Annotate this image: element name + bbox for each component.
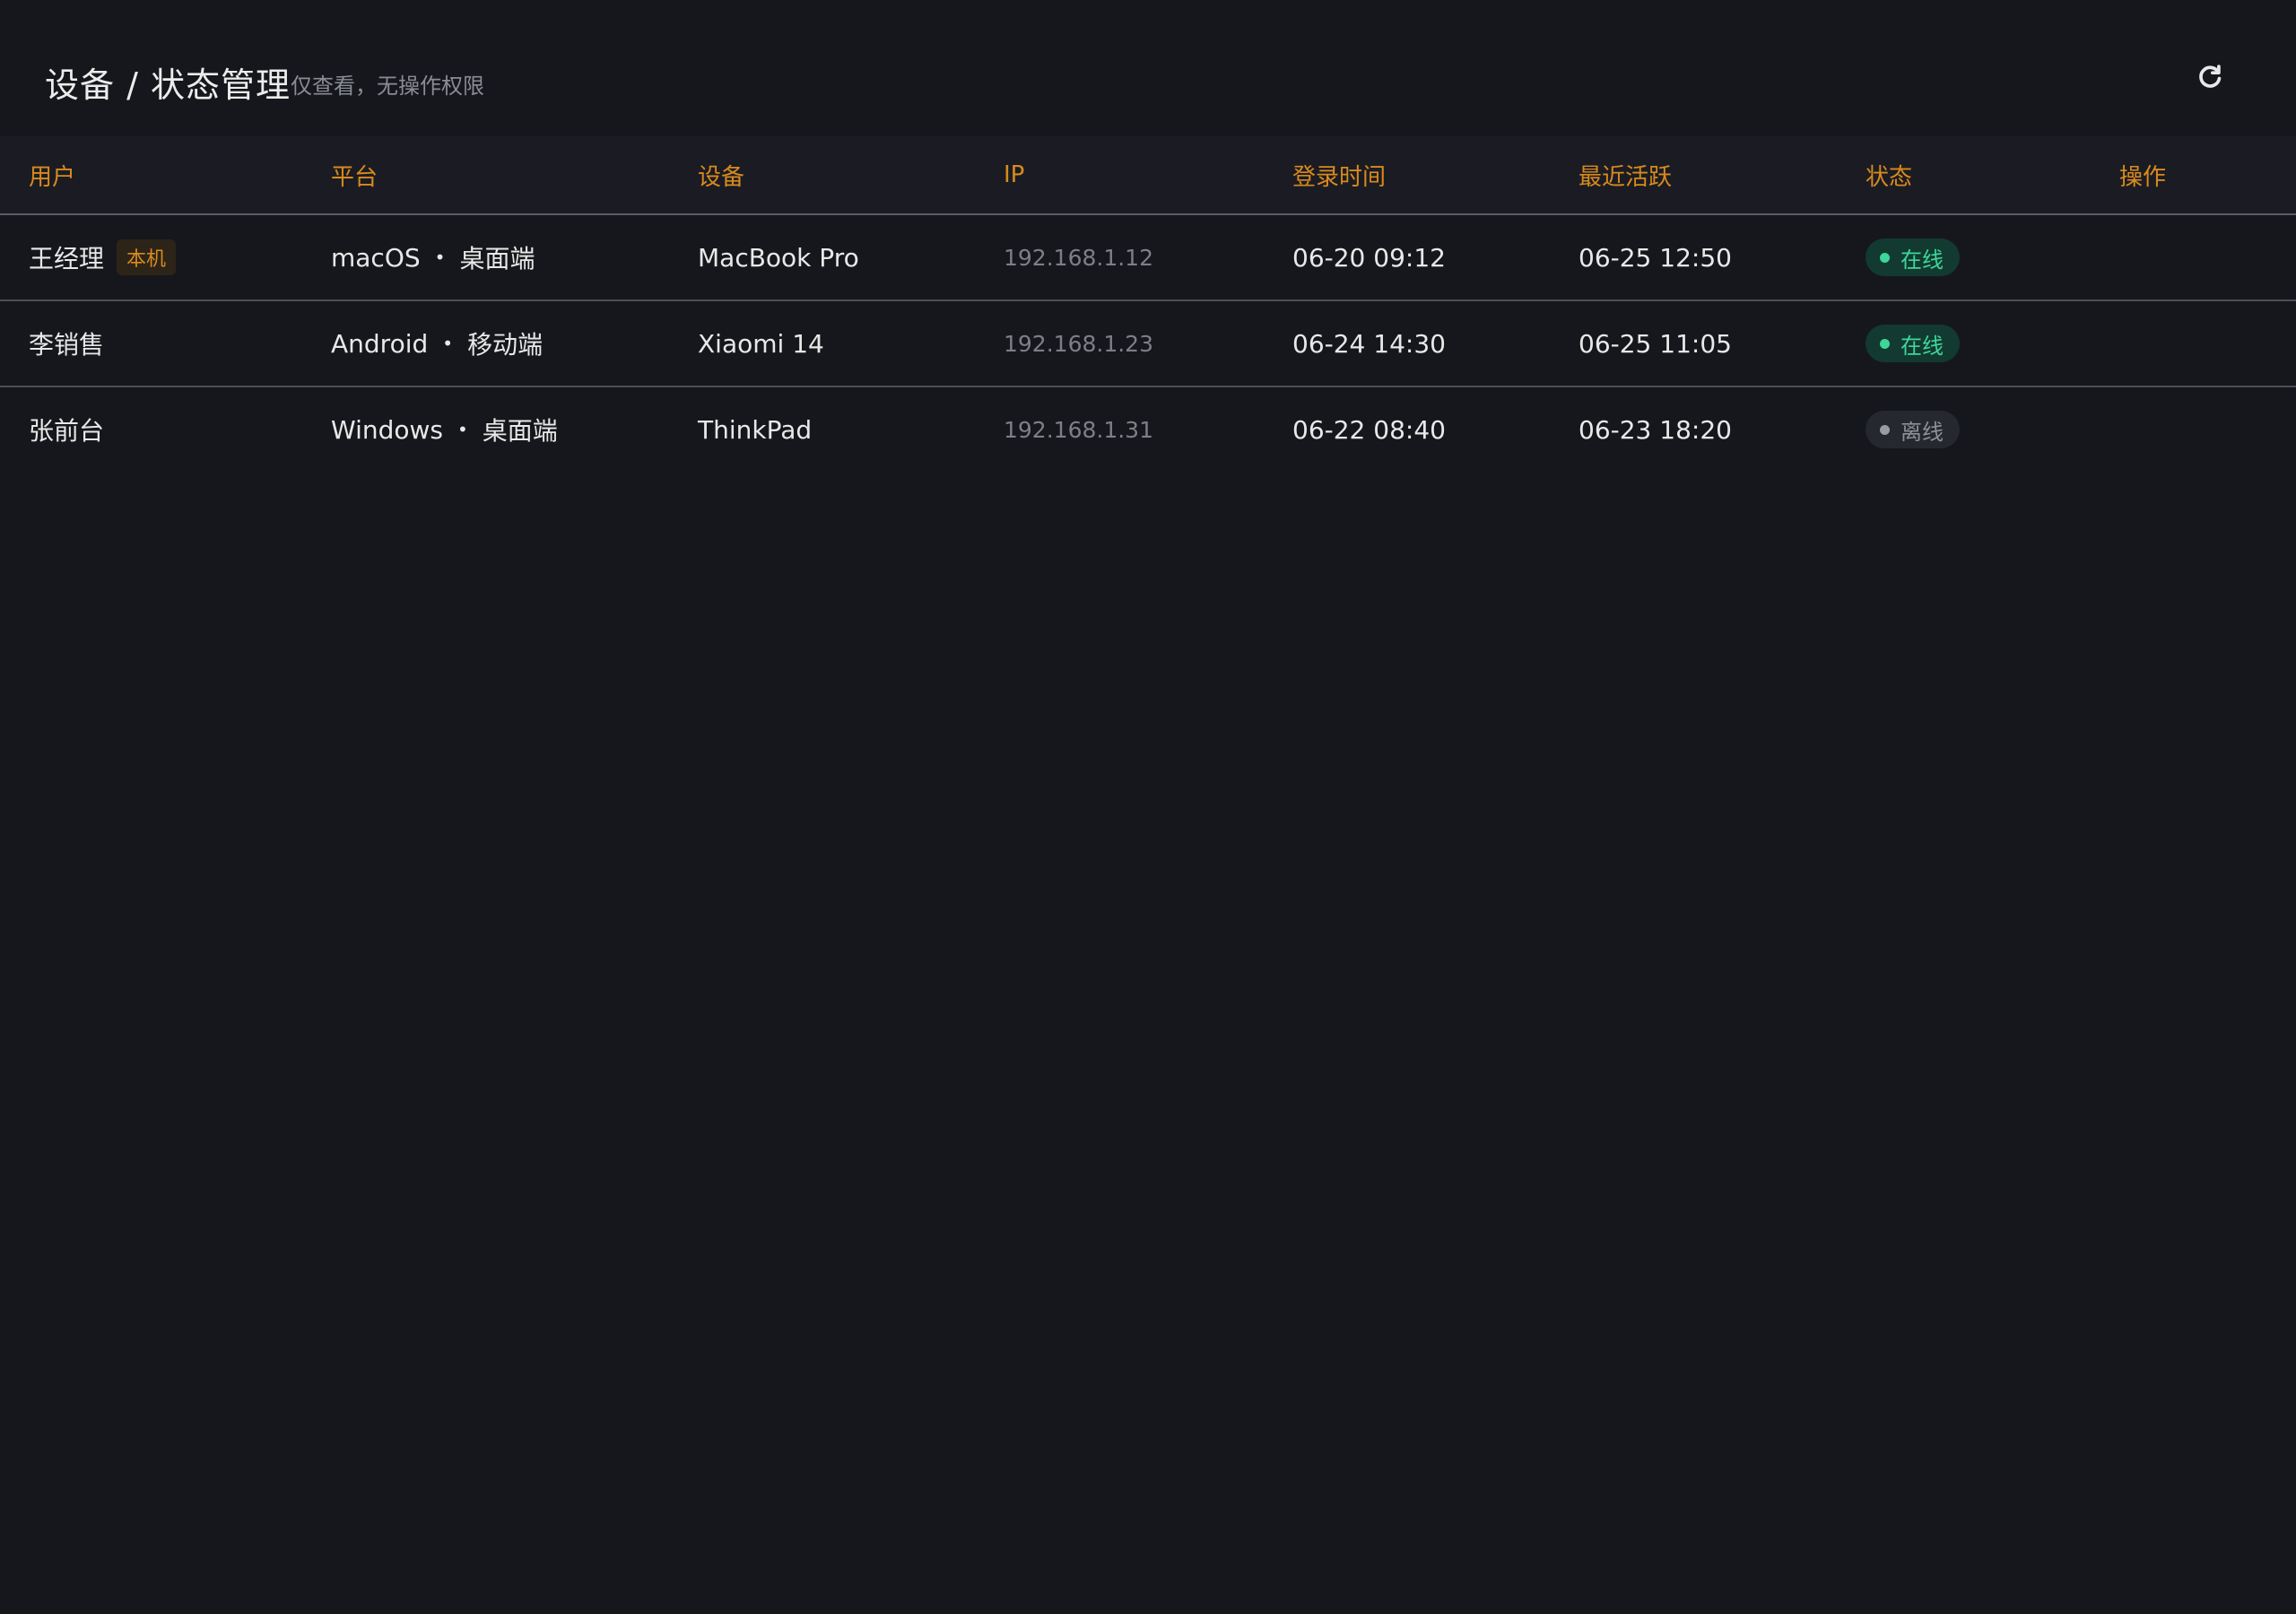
user-cell: 王经理 本机: [29, 215, 177, 299]
last-active-time: 06-25 12:50: [1578, 242, 1732, 273]
platform-os: Windows: [331, 414, 443, 445]
column-header-device: 设备: [698, 163, 745, 191]
ip-address: 192.168.1.23: [1004, 330, 1153, 357]
status-label: 在线: [1900, 333, 1944, 359]
last-active-time: 06-25 11:05: [1578, 328, 1732, 359]
column-header-user: 用户: [29, 163, 76, 191]
status-dot-icon: [1880, 338, 1890, 349]
device-table: 用户 平台 设备 IP 登录时间 最近活跃 状态 操作 王经理 本机 macOS…: [0, 136, 2296, 472]
ip-address: 192.168.1.12: [1004, 244, 1153, 271]
separator-dot: •: [457, 419, 468, 440]
ip-address: 192.168.1.31: [1004, 416, 1153, 443]
column-header-platform: 平台: [331, 163, 378, 191]
platform-cell: macOS • 桌面端: [331, 215, 535, 299]
status-cell: 离线: [1866, 387, 1960, 472]
platform-client: 移动端: [467, 330, 544, 360]
page-header: 设备 / 状态管理 仅查看，无操作权限: [0, 0, 2296, 136]
platform-cell: Windows • 桌面端: [331, 387, 558, 472]
current-device-tag: 本机: [117, 239, 177, 275]
login-time: 06-22 08:40: [1292, 414, 1446, 445]
status-badge: 在线: [1866, 325, 1960, 362]
column-header-ip: IP: [1004, 161, 1025, 188]
user-name: 张前台: [29, 416, 105, 446]
status-label: 在线: [1900, 247, 1944, 273]
status-cell: 在线: [1866, 215, 1960, 299]
login-time: 06-24 14:30: [1292, 328, 1446, 359]
platform-client: 桌面端: [459, 244, 535, 273]
status-dot-icon: [1880, 252, 1890, 263]
table-row: 张前台 Windows • 桌面端 ThinkPad 192.168.1.31 …: [0, 387, 2296, 472]
platform-os: Android: [331, 328, 429, 359]
column-header-status: 状态: [1866, 163, 1913, 191]
platform-client: 桌面端: [482, 416, 558, 446]
column-header-last-active: 最近活跃: [1578, 163, 1673, 191]
user-cell: 李销售: [29, 301, 104, 386]
separator-dot: •: [442, 333, 454, 354]
table-row: 王经理 本机 macOS • 桌面端 MacBook Pro 192.168.1…: [0, 215, 2296, 301]
platform-cell: Android • 移动端: [331, 301, 543, 386]
refresh-button[interactable]: [2192, 57, 2228, 93]
status-dot-icon: [1880, 424, 1890, 435]
last-active-time: 06-23 18:20: [1578, 414, 1732, 445]
user-name: 李销售: [29, 330, 105, 360]
status-label: 离线: [1900, 419, 1944, 445]
user-name: 王经理: [29, 244, 105, 273]
separator-dot: •: [434, 247, 446, 268]
user-cell: 张前台: [29, 387, 104, 472]
status-badge: 离线: [1866, 411, 1960, 448]
status-badge: 在线: [1866, 239, 1960, 276]
column-header-action: 操作: [2119, 163, 2167, 191]
login-time: 06-20 09:12: [1292, 242, 1446, 273]
page-subtitle: 仅查看，无操作权限: [291, 74, 484, 99]
status-cell: 在线: [1866, 301, 1960, 386]
device-status-page: 设备 / 状态管理 仅查看，无操作权限 用户 平台 设备 IP 登录时间 最近活…: [0, 0, 2296, 1614]
table-row: 李销售 Android • 移动端 Xiaomi 14 192.168.1.23…: [0, 301, 2296, 387]
device-name: MacBook Pro: [698, 242, 859, 273]
column-header-login-time: 登录时间: [1292, 163, 1387, 191]
device-name: ThinkPad: [698, 414, 813, 445]
table-header: 用户 平台 设备 IP 登录时间 最近活跃 状态 操作: [0, 136, 2296, 215]
platform-os: macOS: [331, 242, 421, 273]
refresh-icon: [2199, 65, 2222, 88]
device-name: Xiaomi 14: [698, 328, 824, 359]
page-title: 设备 / 状态管理: [45, 65, 291, 105]
